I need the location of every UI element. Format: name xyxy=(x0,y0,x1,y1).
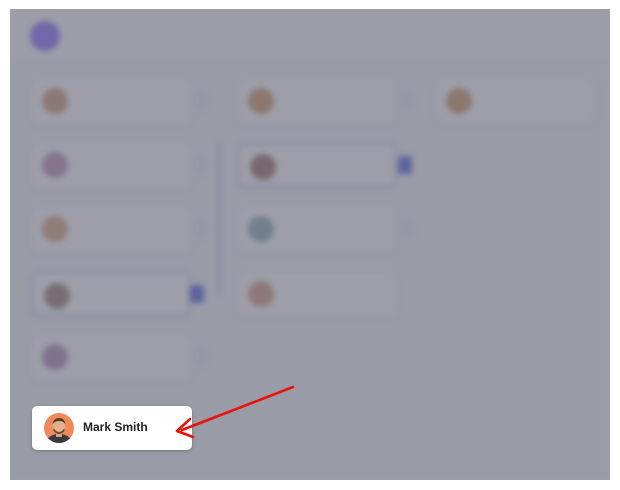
screenshot-frame: Mark Smith xyxy=(10,9,610,480)
red-arrow-icon xyxy=(175,385,295,439)
